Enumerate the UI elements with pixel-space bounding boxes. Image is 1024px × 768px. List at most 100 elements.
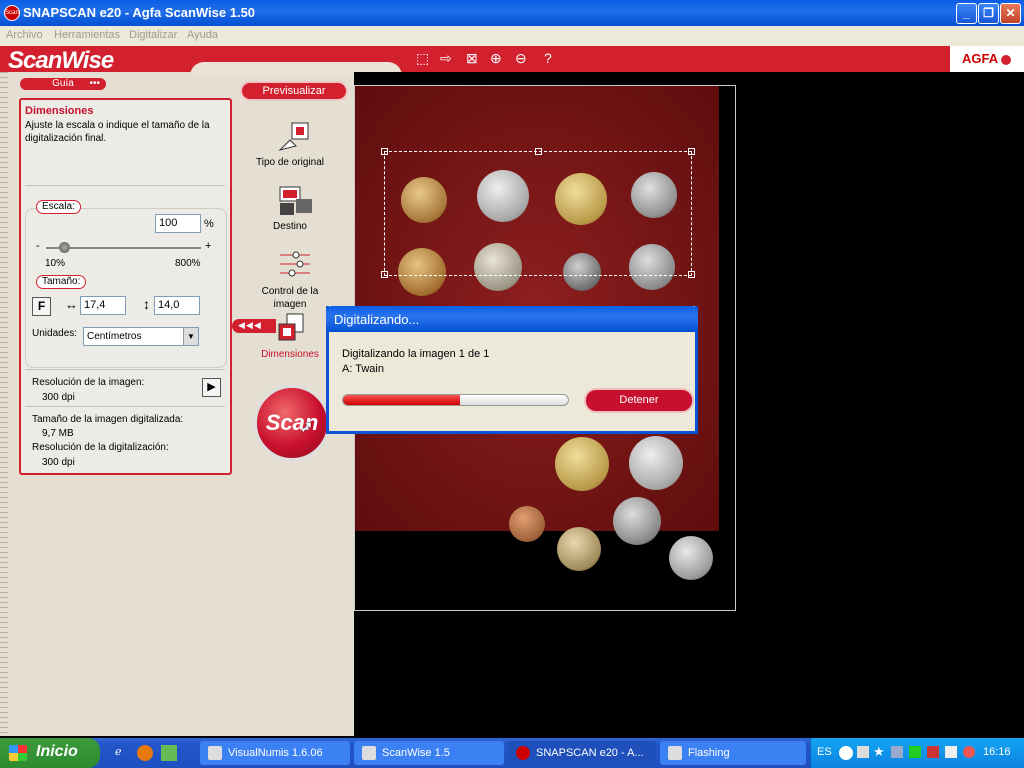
windows-logo-icon — [9, 745, 27, 761]
image-resolution-value: 300 dpi — [42, 392, 75, 403]
units-select[interactable]: Centímetros ▼ — [83, 327, 199, 346]
dimensions-icon[interactable] — [277, 312, 313, 346]
start-button[interactable]: Inicio — [0, 738, 100, 768]
scan-resolution-label: Resolución de la digitalización: — [32, 442, 169, 453]
coin — [557, 527, 601, 571]
clock: 16:16 — [983, 746, 1011, 758]
dialog-target: A: Twain — [342, 363, 384, 375]
task-flashing[interactable]: Flashing — [660, 741, 806, 765]
selection-handle[interactable] — [688, 148, 695, 155]
task-visualnumis[interactable]: VisualNumis 1.6.06 — [200, 741, 350, 765]
snapscan-icon — [516, 746, 530, 760]
image-control-icon[interactable] — [278, 250, 314, 284]
selection-rectangle[interactable] — [381, 148, 695, 278]
crop-icon[interactable]: ⊠ — [466, 50, 478, 67]
pointer-arrows-icon: ◀◀◀ — [238, 320, 262, 330]
scale-min: 10% — [45, 258, 66, 269]
tray-agfa-icon[interactable] — [963, 746, 975, 758]
scan-button[interactable]: Scan — [254, 385, 330, 461]
dropdown-arrow-icon: ▼ — [183, 328, 198, 345]
dialog-title: Digitalizando... — [326, 306, 698, 332]
help-icon[interactable]: ? — [544, 50, 552, 66]
scale-input[interactable]: 100 — [155, 214, 201, 233]
coin — [613, 497, 661, 545]
minimize-button[interactable]: _ — [956, 3, 977, 24]
zoom-in-icon[interactable]: ⊕ — [490, 50, 502, 67]
panel-description: Ajuste la escala o indique el tamaño de … — [25, 120, 210, 144]
divider — [25, 406, 225, 407]
tray-expand-icon[interactable] — [839, 746, 853, 760]
scale-unit: % — [204, 218, 214, 230]
scan-app-icon: Scan — [4, 5, 20, 21]
tray-app-icon[interactable] — [857, 746, 869, 758]
zoom-out-icon[interactable]: ⊖ — [515, 50, 527, 67]
destination-icon[interactable] — [278, 185, 314, 219]
preview-button[interactable]: Previsualizar — [240, 81, 348, 101]
nav-image-control[interactable]: Control de la imagen — [240, 285, 340, 311]
mouse-cursor-icon: ➚ — [300, 419, 314, 436]
arrow-right-icon[interactable]: ⇨ — [440, 50, 452, 67]
menu-archivo[interactable]: Archivo — [6, 29, 43, 41]
dialog-status: Digitalizando la imagen 1 de 1 — [342, 348, 490, 360]
scan-resolution-value: 300 dpi — [42, 457, 75, 468]
agfa-mark-icon — [1001, 54, 1012, 65]
units-label: Unidades: — [32, 328, 78, 339]
task-snapscan[interactable]: SNAPSCAN e20 - A... — [508, 741, 656, 765]
dimensions-panel: Dimensiones Ajuste la escala o indique e… — [19, 98, 232, 475]
divider — [25, 369, 225, 370]
divider — [25, 185, 225, 186]
nav-dimensions[interactable]: Dimensiones — [240, 349, 340, 360]
height-input[interactable]: 14,0 — [154, 296, 200, 315]
tray-security-icon[interactable] — [927, 746, 939, 758]
tray-network-icon[interactable] — [891, 746, 903, 758]
nav-destination[interactable]: Destino — [240, 221, 340, 232]
tray-volume-icon[interactable] — [945, 746, 957, 758]
language-indicator[interactable]: ES — [817, 746, 832, 758]
size-label: Tamaño: — [36, 275, 87, 289]
tray-status-icon[interactable] — [909, 746, 921, 758]
digitized-size-value: 9,7 MB — [42, 428, 74, 439]
scale-minus: - — [36, 240, 40, 252]
select-area-icon[interactable]: ⬚ — [416, 50, 429, 67]
guide-dots-icon: ••• — [89, 78, 100, 89]
coin — [555, 437, 609, 491]
guide-tab[interactable]: Guía ••• — [20, 78, 106, 90]
close-button[interactable]: ✕ — [1000, 3, 1021, 24]
menu-ayuda[interactable]: Ayuda — [187, 29, 218, 41]
scale-slider-knob[interactable] — [58, 242, 70, 253]
visualnumis-icon — [208, 746, 222, 760]
coin — [509, 506, 545, 542]
menu-digitalizar[interactable]: Digitalizar — [129, 29, 177, 41]
progress-bar — [342, 394, 569, 406]
width-arrow-icon: ↔ — [65, 297, 78, 312]
stop-button[interactable]: Detener — [584, 388, 694, 413]
original-type-icon[interactable] — [276, 120, 312, 154]
quicklaunch-app-icon[interactable] — [161, 745, 177, 761]
selection-handle[interactable] — [688, 271, 695, 278]
resolution-expand-button[interactable]: ▶ — [202, 378, 221, 397]
panel-edge-dots — [0, 72, 8, 736]
width-input[interactable]: 17,4 — [80, 296, 126, 315]
selection-handle[interactable] — [381, 148, 388, 155]
menu-herramientas[interactable]: Herramientas — [54, 29, 120, 41]
agfa-logo: AGFA — [950, 46, 1024, 72]
scale-label: Escala: — [36, 200, 81, 214]
scanwise-icon — [362, 746, 376, 760]
fix-aspect-button[interactable]: F — [32, 297, 51, 316]
quicklaunch-firefox-icon[interactable] — [137, 745, 153, 761]
selection-handle[interactable] — [535, 148, 542, 155]
scale-max: 800% — [175, 258, 201, 269]
app-header: ScanWise ⬚ ⇨ ⊠ ⊕ ⊖ ? AGFA — [0, 46, 1024, 74]
menu-bar: Archivo Herramientas Digitalizar Ayuda — [0, 26, 1024, 46]
system-tray: ES ★ 16:16 — [810, 738, 1024, 768]
task-scanwise[interactable]: ScanWise 1.5 — [354, 741, 504, 765]
quicklaunch-ie-icon[interactable]: ℯ — [115, 745, 122, 758]
maximize-button[interactable]: ❐ — [978, 3, 999, 24]
selection-handle[interactable] — [381, 271, 388, 278]
scanwise-logo: ScanWise — [8, 47, 114, 74]
flashing-icon — [668, 746, 682, 760]
scanning-dialog: Digitalizando... Digitalizando la imagen… — [326, 306, 698, 434]
tray-star-icon[interactable]: ★ — [873, 744, 885, 760]
window-titlebar: Scan SNAPSCAN e20 - Agfa ScanWise 1.50 _… — [0, 0, 1024, 26]
nav-original-type[interactable]: Tipo de original — [240, 157, 340, 168]
